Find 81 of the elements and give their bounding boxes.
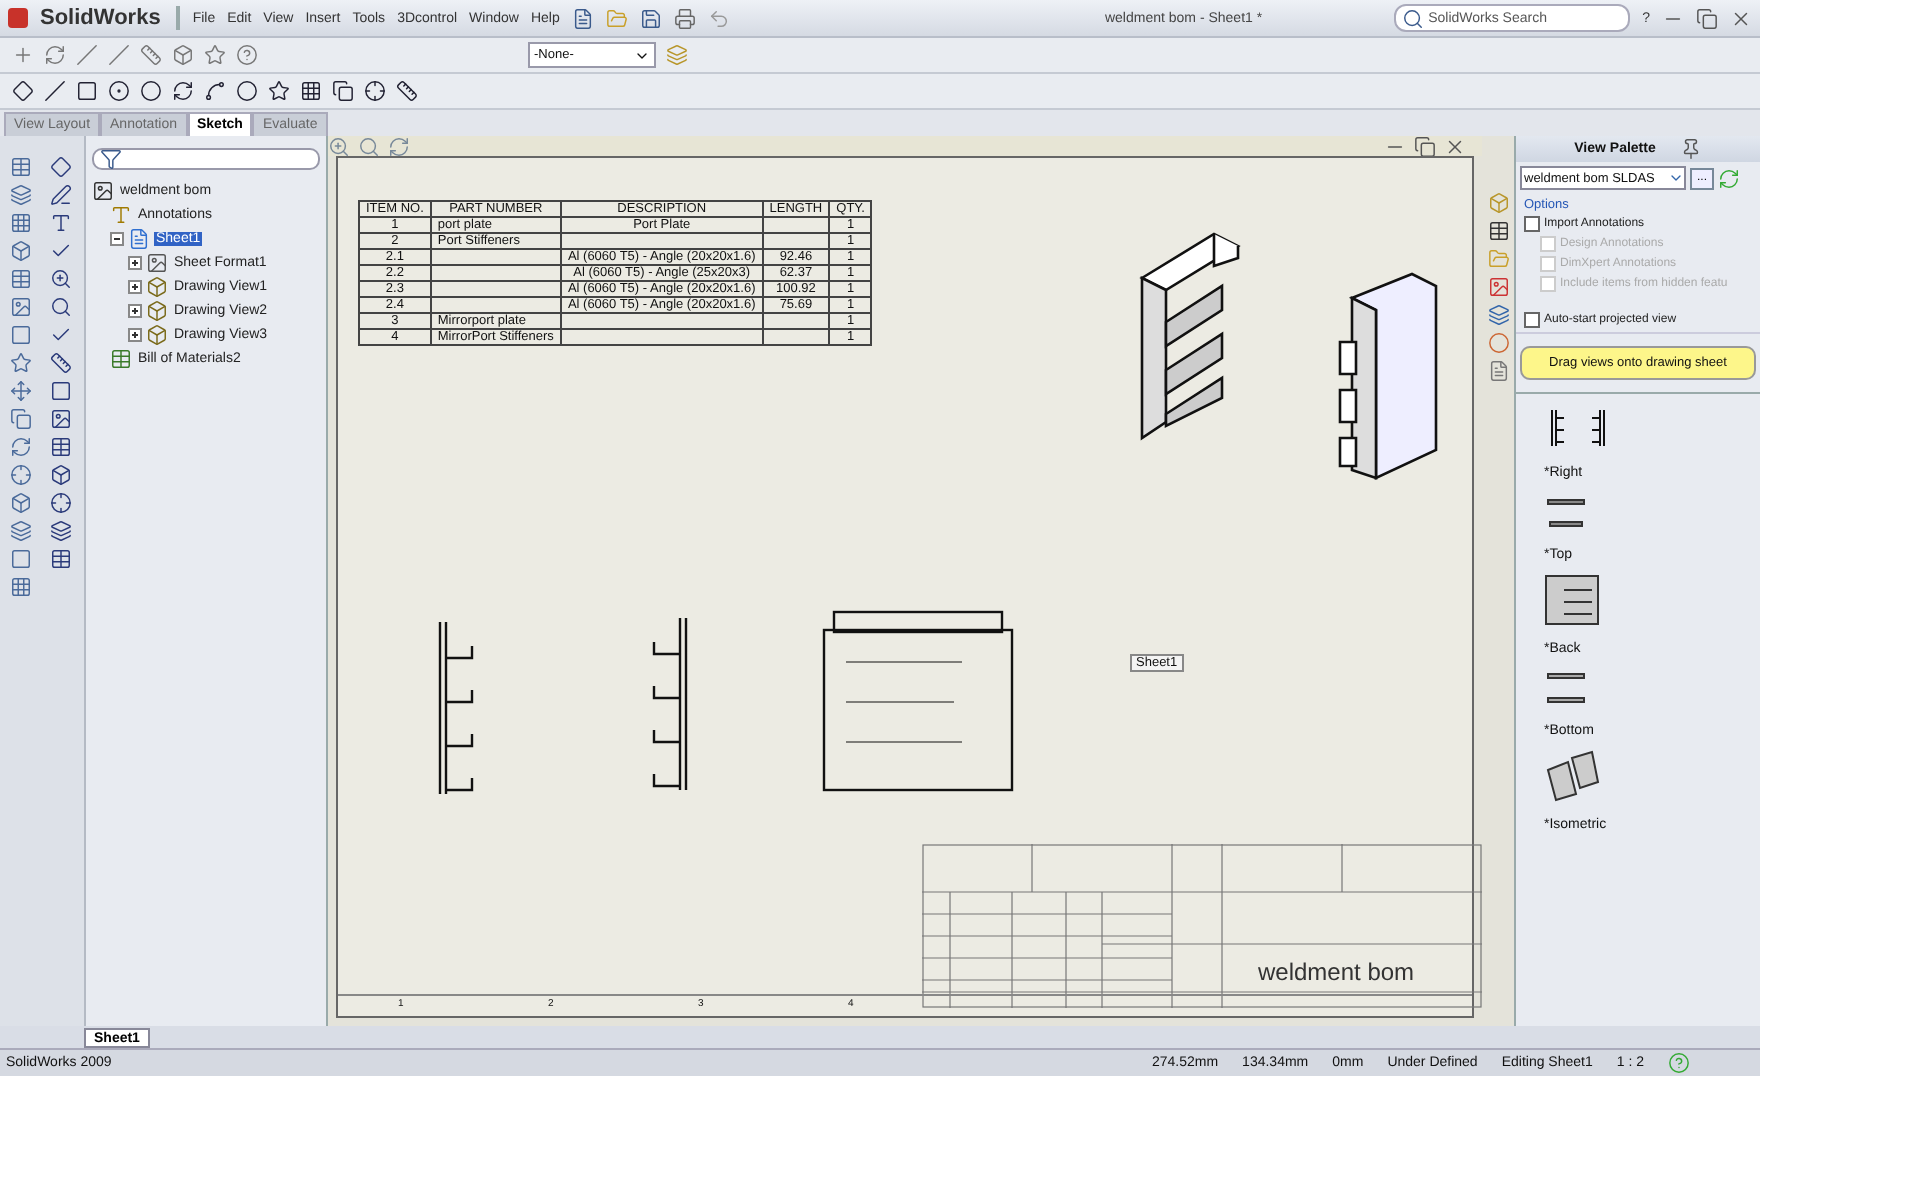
magnifier-icon[interactable] [49,268,71,290]
filter-icon [100,148,122,170]
sheet-icon [128,228,150,250]
ellipse-icon[interactable] [236,80,258,102]
checkbox[interactable] [1524,216,1540,232]
star-icon[interactable] [9,352,31,374]
zoom-icon[interactable] [328,135,350,157]
box-icon[interactable] [9,240,31,262]
crosshair-icon[interactable] [364,80,386,102]
search-icon [1402,7,1425,29]
logo-icon [8,8,28,28]
sheet-format-icon [146,252,168,274]
line-icon[interactable] [44,80,66,102]
layers-icon[interactable] [9,184,31,206]
table-icon[interactable] [1487,220,1509,242]
spline-icon[interactable] [204,80,226,102]
back-view-thumbnail[interactable] [1544,574,1600,626]
pin-icon[interactable] [1679,138,1702,160]
restore-icon[interactable] [1696,7,1718,29]
star-icon[interactable] [204,44,226,66]
layers-icon[interactable] [9,520,31,542]
table-icon[interactable] [9,268,31,290]
check-icon[interactable] [49,240,71,262]
minus-icon[interactable] [110,232,124,246]
square-icon[interactable] [49,380,71,402]
checkbox[interactable] [1524,312,1540,328]
refresh-icon[interactable] [9,436,31,458]
text-icon[interactable] [49,212,71,234]
layers-icon[interactable] [1487,304,1509,326]
copy-icon[interactable] [332,80,354,102]
layers-icon[interactable] [49,520,71,542]
plus-icon[interactable] [128,304,142,318]
square-icon[interactable] [9,324,31,346]
box-icon[interactable] [172,44,194,66]
crosshair-icon[interactable] [49,492,71,514]
image-icon[interactable] [49,408,71,430]
grid-icon[interactable] [300,80,322,102]
diamond-icon[interactable] [12,80,34,102]
drawing-view-icon [146,324,168,346]
chevron-down-icon [1668,170,1684,186]
rotate-icon[interactable] [388,135,410,157]
image-icon[interactable] [9,296,31,318]
drawing-view-icon [146,276,168,298]
plus-icon[interactable] [128,256,142,270]
circle-icon[interactable] [140,80,162,102]
image-icon[interactable] [1487,276,1509,298]
table-icon [110,348,132,370]
box-icon[interactable] [9,492,31,514]
drawing-icon [92,180,114,202]
square-icon[interactable] [9,548,31,570]
plus-icon[interactable] [128,280,142,294]
table-icon[interactable] [9,156,31,178]
table-icon[interactable] [49,548,71,570]
circle-icon[interactable] [108,80,130,102]
app-logo: SolidWorks [40,6,181,30]
box-icon[interactable] [49,464,71,486]
refresh-icon[interactable] [1718,167,1740,189]
letter-a-icon [110,204,132,226]
search-icon[interactable] [358,135,380,157]
close-icon[interactable] [1444,135,1466,157]
rectangle-icon[interactable] [76,80,98,102]
check-icon[interactable] [49,324,71,346]
document-icon[interactable] [1487,360,1509,382]
close-icon[interactable] [1730,7,1752,29]
ruler-icon[interactable] [396,80,418,102]
diamond-icon[interactable] [49,156,71,178]
help-icon[interactable] [236,44,258,66]
drawing-view-icon [146,300,168,322]
move-icon[interactable] [9,380,31,402]
save-icon[interactable] [639,7,662,29]
drawing-name: weldment bom [1258,958,1415,986]
plus-icon[interactable] [128,328,142,342]
ruler-icon[interactable] [49,352,71,374]
printer-icon[interactable] [673,7,696,29]
restore-icon[interactable] [1414,135,1436,157]
filter-field[interactable] [92,148,320,170]
table-icon[interactable] [49,436,71,458]
search-icon[interactable] [49,296,71,318]
isometric-view-thumbnail[interactable] [1544,750,1600,802]
new-document-icon[interactable] [571,7,594,29]
pen-icon[interactable] [49,184,71,206]
